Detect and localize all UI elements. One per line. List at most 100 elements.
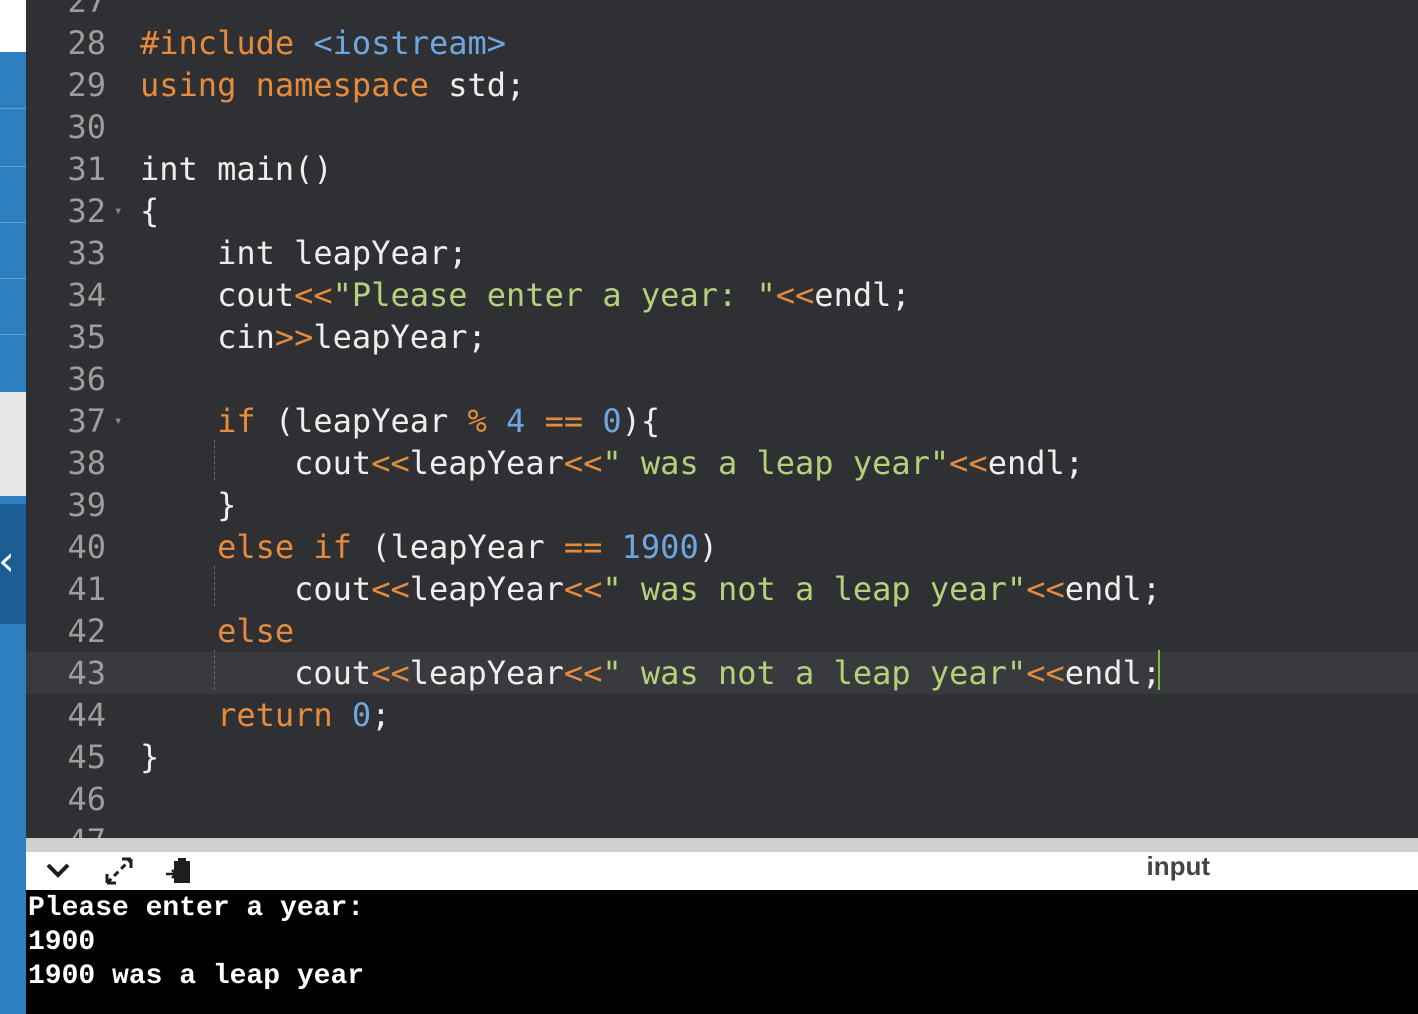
line-number: 28 [67,24,106,62]
code-line[interactable]: 34 cout<<"Please enter a year: "<<endl; [26,274,1418,316]
clipboard-icon[interactable] [164,856,194,893]
code-token: int main() [140,150,333,188]
code-token: ) [698,528,718,566]
code-line[interactable]: 30 [26,106,1418,148]
code-line[interactable]: 41 cout<<leapYear<<" was not a leap year… [26,568,1418,610]
console-line: 1900 [28,927,96,958]
chevron-down-icon[interactable] [44,856,72,891]
line-number: 39 [67,486,106,524]
line-number: 31 [67,150,106,188]
code-text: return 0; [140,694,390,736]
line-number: 27 [67,0,106,20]
code-line[interactable]: 33 int leapYear; [26,232,1418,274]
code-line[interactable]: 45} [26,736,1418,778]
code-line[interactable]: 43 cout<<leapYear<<" was not a leap year… [26,652,1418,694]
code-line[interactable]: 31 int main() [26,148,1418,190]
code-token: else if [217,528,352,566]
sidebar-divider [0,222,26,223]
line-number: 43 [67,654,106,692]
code-line[interactable]: 38 cout<<leapYear<<" was a leap year"<<e… [26,442,1418,484]
code-token: using namespace [140,66,429,104]
code-text: } [140,484,236,526]
code-token: leapYear [409,444,564,482]
code-text: { [140,190,159,232]
sidebar-divider [0,166,26,167]
code-text: if (leapYear % 4 == 0){ [140,400,660,442]
indent-guide [214,566,215,606]
sidebar-gray-panel [0,392,26,496]
code-token: >> [274,318,314,356]
code-token: " was not a leap year" [602,570,1027,608]
line-number: 37 [67,402,106,440]
code-text: cin>>leapYear; [140,316,487,358]
code-token: endl; [1064,570,1162,608]
code-line[interactable]: 27 [26,0,1418,22]
code-editor[interactable]: 27 28 #include <iostream> 29 using namespace… [26,0,1418,838]
sidebar-divider [0,334,26,335]
code-line[interactable]: 40 else if (leapYear == 1900) [26,526,1418,568]
code-token: 1900 [621,528,699,566]
code-line[interactable]: 46 [26,778,1418,820]
line-number: 44 [67,696,106,734]
code-token: << [371,654,410,692]
code-line[interactable]: 37 ▾ if (leapYear % 4 == 0){ [26,400,1418,442]
sidebar-top-panel [0,0,26,52]
code-token: } [140,486,237,524]
console-line: Please enter a year: [28,893,365,924]
code-text: } [140,736,159,778]
code-line[interactable]: 32 ▾ { [26,190,1418,232]
indent-guide [214,650,215,690]
code-token: << [1026,570,1065,608]
line-number: 38 [67,444,106,482]
code-line[interactable]: 28 #include <iostream> [26,22,1418,64]
code-line[interactable]: 35 cin>>leapYear; [26,316,1418,358]
code-line[interactable]: 29 using namespace std; [26,64,1418,106]
code-line[interactable]: 36 [26,358,1418,400]
code-line[interactable]: 47 [26,820,1418,838]
indent-guide [214,440,215,480]
code-token: << [949,444,988,482]
code-token: " was a leap year" [602,444,950,482]
code-token: cin [140,318,275,356]
code-token: cout [140,444,372,482]
expand-arrows-icon[interactable] [104,856,134,893]
code-token: <iostream> [313,24,507,62]
code-token: cout [140,276,295,314]
code-text: else if (leapYear == 1900) [140,526,718,568]
code-line[interactable]: 39 } [26,484,1418,526]
code-token: 0 [602,402,622,440]
chevron-left-icon[interactable]: ‹ [0,536,15,586]
line-number: 35 [67,318,106,356]
code-token: { [140,192,160,230]
input-label[interactable]: input [1146,852,1210,880]
code-token: == [544,402,584,440]
code-token: << [775,276,815,314]
code-token: << [294,276,333,314]
code-token: int leapYear; [140,234,468,272]
line-number: 30 [67,108,106,146]
code-text: else [140,610,294,652]
code-token: << [563,570,603,608]
code-line[interactable]: 44 return 0; [26,694,1418,736]
code-text: int leapYear; [140,232,468,274]
code-token: cout [140,654,372,692]
line-number: 41 [67,570,106,608]
fold-arrow-icon[interactable]: ▾ [114,400,122,442]
code-token: std; [428,66,526,104]
line-number: 32 [67,192,106,230]
console-output[interactable]: Please enter a year: 1900 1900 was a lea… [26,890,1418,1014]
code-line[interactable]: 42 else [26,610,1418,652]
code-token: << [371,444,410,482]
code-token: % [467,402,487,440]
left-sidebar-strip: ‹ [0,0,26,1014]
line-number: 46 [67,780,106,818]
code-text: cout<<leapYear<<" was not a leap year"<<… [140,652,1161,694]
panel-resize-divider[interactable] [26,838,1418,852]
fold-arrow-icon[interactable]: ▾ [114,190,122,232]
